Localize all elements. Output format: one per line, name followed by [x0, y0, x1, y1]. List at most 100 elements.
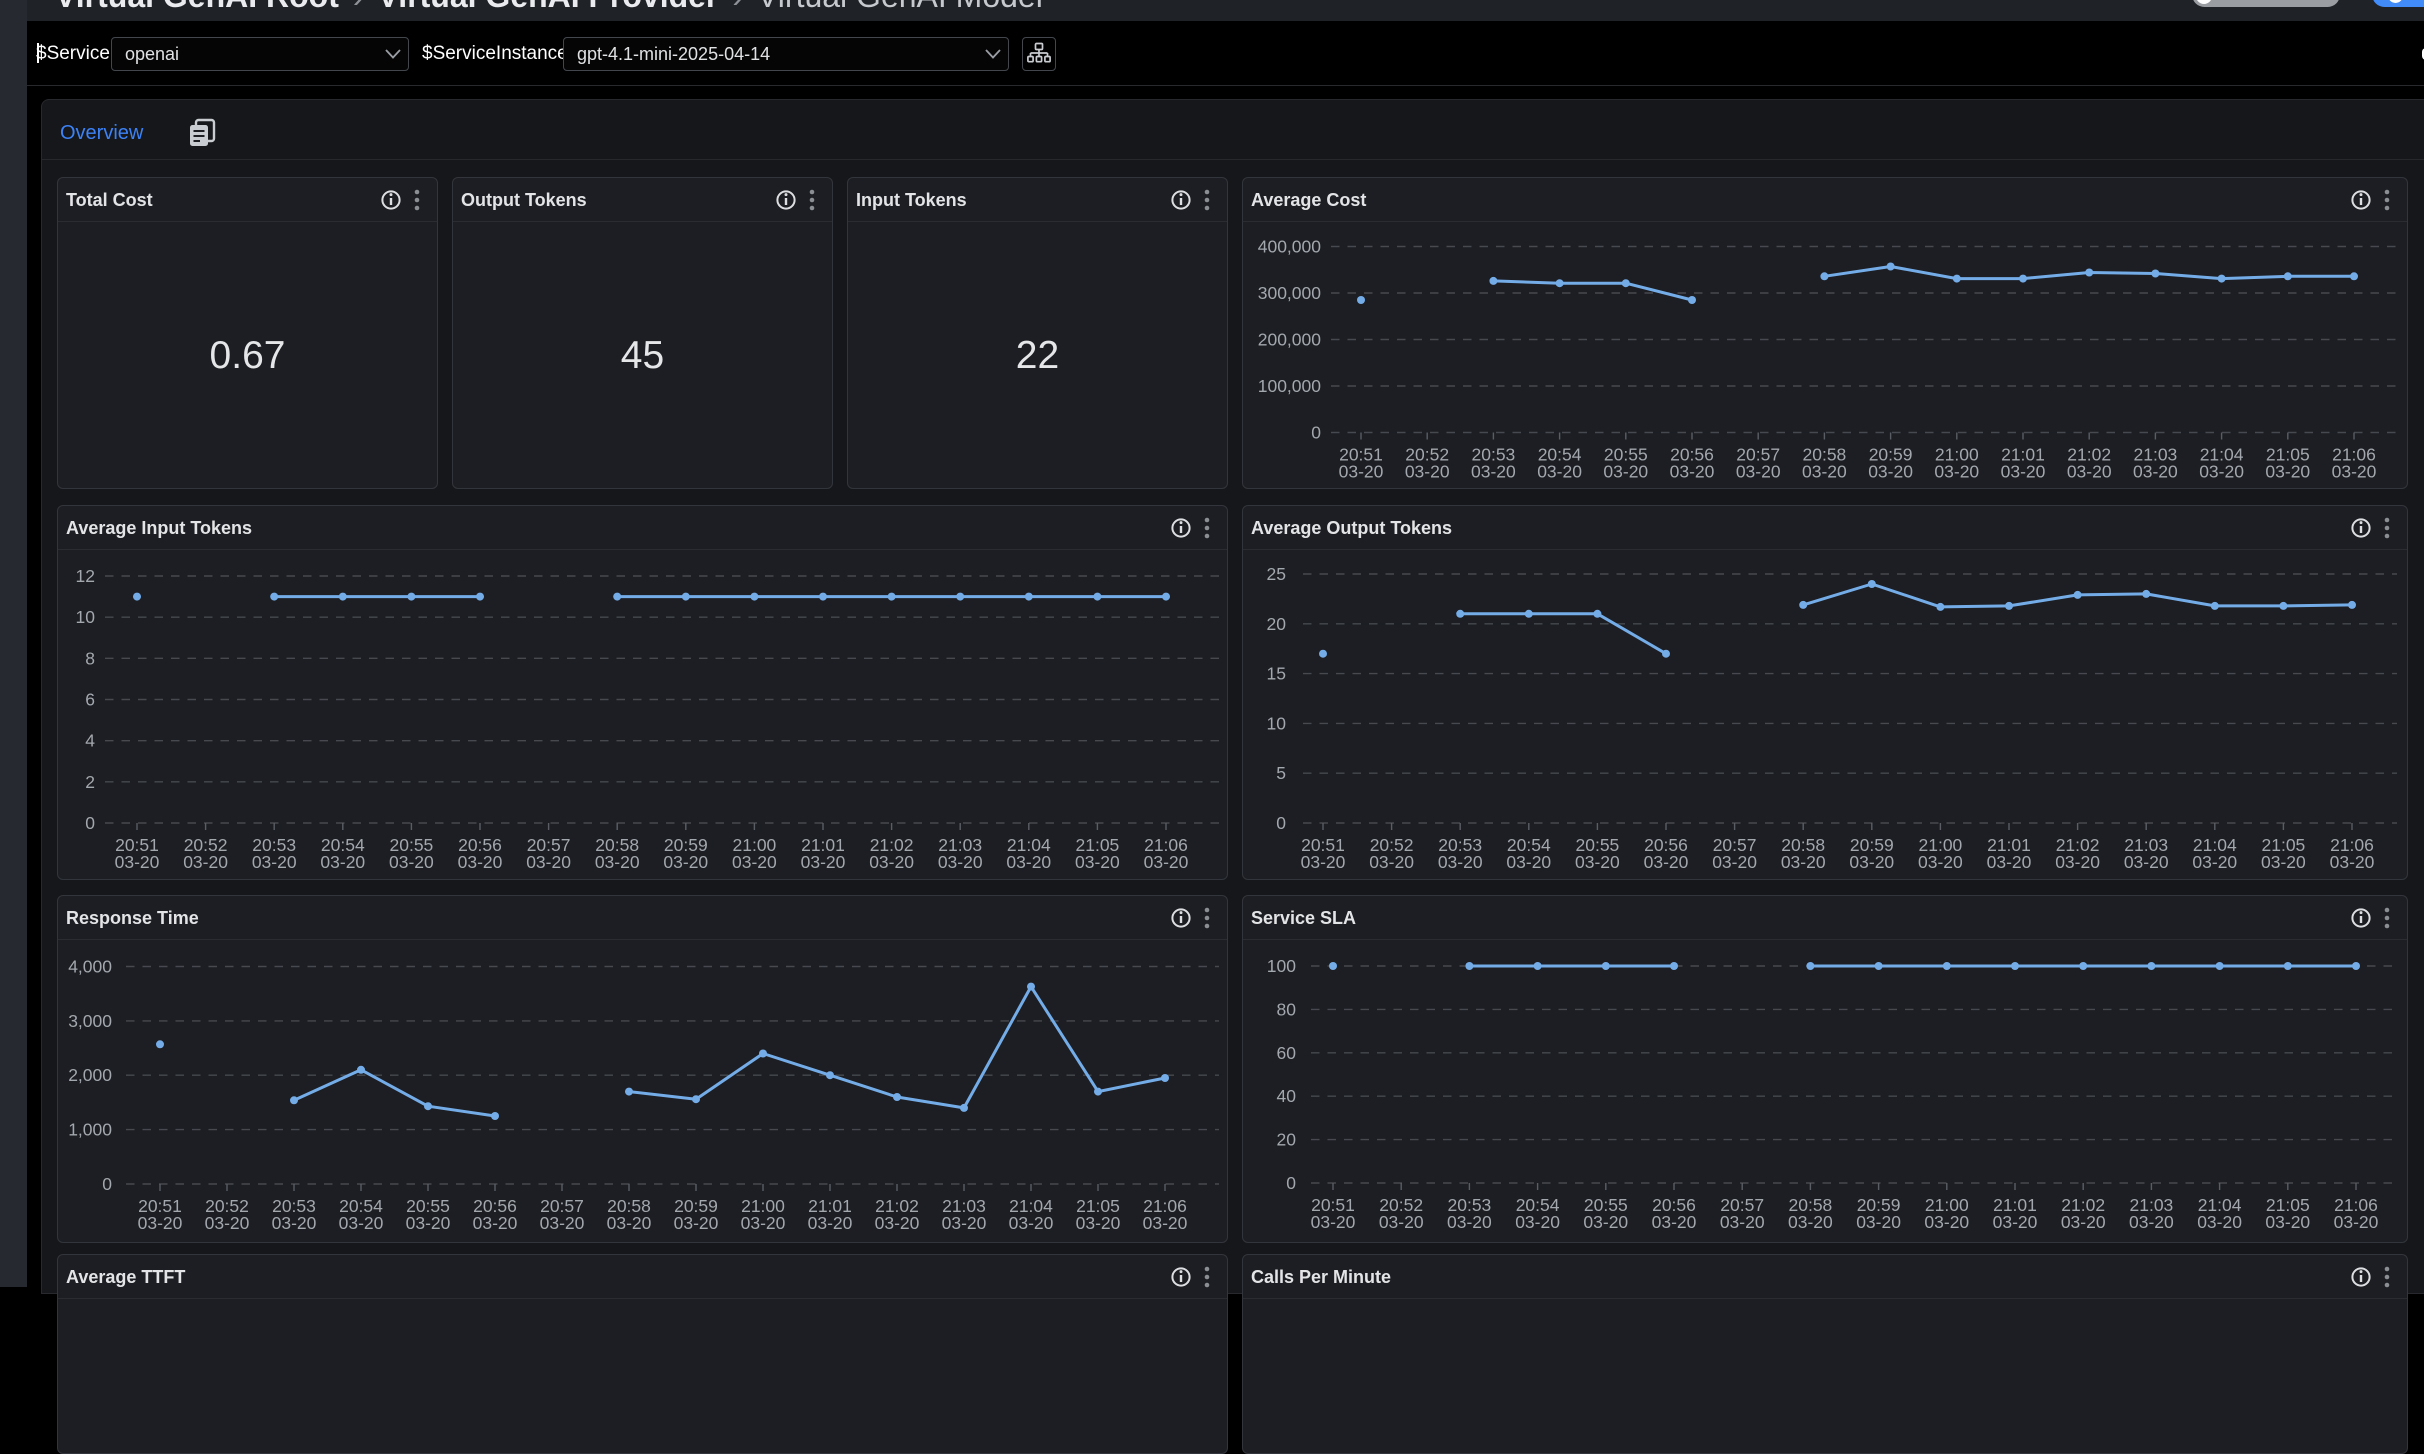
svg-text:03-20: 03-20	[869, 852, 914, 872]
svg-text:03-20: 03-20	[2055, 852, 2100, 872]
svg-text:03-20: 03-20	[875, 1213, 920, 1233]
svg-text:03-20: 03-20	[1405, 462, 1450, 482]
svg-text:03-20: 03-20	[1603, 462, 1648, 482]
svg-text:03-20: 03-20	[406, 1213, 451, 1233]
svg-text:03-20: 03-20	[1339, 462, 1384, 482]
svg-text:2: 2	[85, 772, 95, 792]
svg-text:03-20: 03-20	[1311, 1212, 1356, 1232]
svg-text:03-20: 03-20	[205, 1213, 250, 1233]
svg-text:03-20: 03-20	[663, 852, 708, 872]
svg-text:03-20: 03-20	[1143, 1213, 1188, 1233]
svg-text:03-20: 03-20	[540, 1213, 585, 1233]
svg-text:03-20: 03-20	[1301, 852, 1346, 872]
svg-text:100,000: 100,000	[1258, 376, 1322, 396]
svg-text:03-20: 03-20	[1379, 1212, 1424, 1232]
svg-text:03-20: 03-20	[526, 852, 571, 872]
svg-text:4,000: 4,000	[68, 957, 112, 977]
svg-text:03-20: 03-20	[1987, 852, 2032, 872]
svg-text:03-20: 03-20	[252, 852, 297, 872]
svg-text:03-20: 03-20	[938, 852, 983, 872]
svg-text:03-20: 03-20	[2199, 462, 2244, 482]
svg-text:03-20: 03-20	[2001, 462, 2046, 482]
svg-text:03-20: 03-20	[2133, 462, 2178, 482]
svg-text:0: 0	[102, 1174, 112, 1194]
svg-text:300,000: 300,000	[1258, 283, 1322, 303]
svg-text:03-20: 03-20	[389, 852, 434, 872]
svg-text:03-20: 03-20	[473, 1213, 518, 1233]
svg-text:03-20: 03-20	[1006, 852, 1051, 872]
svg-text:80: 80	[1277, 999, 1297, 1019]
svg-text:03-20: 03-20	[2334, 1212, 2379, 1232]
svg-text:03-20: 03-20	[2124, 852, 2169, 872]
svg-text:03-20: 03-20	[2261, 852, 2306, 872]
svg-text:10: 10	[76, 607, 96, 627]
svg-text:4: 4	[85, 731, 95, 751]
svg-text:03-20: 03-20	[1788, 1212, 1833, 1232]
svg-text:03-20: 03-20	[595, 852, 640, 872]
svg-text:03-20: 03-20	[1537, 462, 1582, 482]
svg-text:03-20: 03-20	[272, 1213, 317, 1233]
svg-text:03-20: 03-20	[1993, 1212, 2038, 1232]
svg-text:03-20: 03-20	[1670, 462, 1715, 482]
svg-text:03-20: 03-20	[2192, 852, 2237, 872]
svg-text:5: 5	[1276, 763, 1286, 783]
svg-text:03-20: 03-20	[2197, 1212, 2242, 1232]
svg-text:03-20: 03-20	[1802, 462, 1847, 482]
svg-text:03-20: 03-20	[1781, 852, 1826, 872]
svg-text:03-20: 03-20	[1868, 462, 1913, 482]
svg-text:03-20: 03-20	[2332, 462, 2377, 482]
svg-text:1,000: 1,000	[68, 1120, 112, 1140]
svg-text:8: 8	[85, 648, 95, 668]
svg-text:03-20: 03-20	[1515, 1212, 1560, 1232]
svg-text:03-20: 03-20	[1369, 852, 1414, 872]
svg-text:03-20: 03-20	[183, 852, 228, 872]
svg-text:20: 20	[1267, 614, 1287, 634]
svg-text:200,000: 200,000	[1258, 330, 1322, 350]
svg-text:20: 20	[1277, 1130, 1297, 1150]
svg-text:03-20: 03-20	[1849, 852, 1894, 872]
svg-text:03-20: 03-20	[1471, 462, 1516, 482]
svg-text:03-20: 03-20	[115, 852, 160, 872]
svg-text:03-20: 03-20	[1924, 1212, 1969, 1232]
svg-text:03-20: 03-20	[1652, 1212, 1697, 1232]
svg-text:03-20: 03-20	[1712, 852, 1757, 872]
svg-text:03-20: 03-20	[674, 1213, 719, 1233]
svg-text:3,000: 3,000	[68, 1011, 112, 1031]
svg-text:03-20: 03-20	[339, 1213, 384, 1233]
svg-text:03-20: 03-20	[808, 1213, 853, 1233]
svg-text:15: 15	[1267, 664, 1286, 684]
svg-text:03-20: 03-20	[942, 1213, 987, 1233]
svg-text:03-20: 03-20	[2265, 1212, 2310, 1232]
svg-text:0: 0	[85, 813, 95, 833]
svg-text:03-20: 03-20	[1009, 1213, 1054, 1233]
svg-text:10: 10	[1267, 713, 1287, 733]
svg-text:6: 6	[85, 690, 95, 710]
svg-text:40: 40	[1277, 1086, 1297, 1106]
svg-text:03-20: 03-20	[1934, 462, 1979, 482]
svg-text:03-20: 03-20	[2265, 462, 2310, 482]
svg-text:03-20: 03-20	[1736, 462, 1781, 482]
svg-text:25: 25	[1267, 564, 1286, 584]
svg-text:03-20: 03-20	[1644, 852, 1689, 872]
svg-text:60: 60	[1277, 1043, 1297, 1063]
svg-text:0: 0	[1276, 813, 1286, 833]
svg-text:03-20: 03-20	[138, 1213, 183, 1233]
svg-text:03-20: 03-20	[2330, 852, 2375, 872]
svg-text:12: 12	[76, 566, 95, 586]
svg-text:03-20: 03-20	[1144, 852, 1189, 872]
svg-text:400,000: 400,000	[1258, 237, 1322, 257]
svg-text:03-20: 03-20	[1076, 1213, 1121, 1233]
svg-text:03-20: 03-20	[1575, 852, 1620, 872]
svg-text:03-20: 03-20	[2067, 462, 2112, 482]
svg-text:03-20: 03-20	[1856, 1212, 1901, 1232]
svg-text:03-20: 03-20	[458, 852, 503, 872]
svg-text:0: 0	[1311, 423, 1321, 443]
svg-text:03-20: 03-20	[1918, 852, 1963, 872]
svg-text:03-20: 03-20	[607, 1213, 652, 1233]
svg-text:03-20: 03-20	[2129, 1212, 2174, 1232]
svg-text:2,000: 2,000	[68, 1065, 112, 1085]
svg-text:0: 0	[1286, 1173, 1296, 1193]
svg-text:03-20: 03-20	[1447, 1212, 1492, 1232]
svg-text:03-20: 03-20	[741, 1213, 786, 1233]
svg-text:100: 100	[1267, 956, 1296, 976]
